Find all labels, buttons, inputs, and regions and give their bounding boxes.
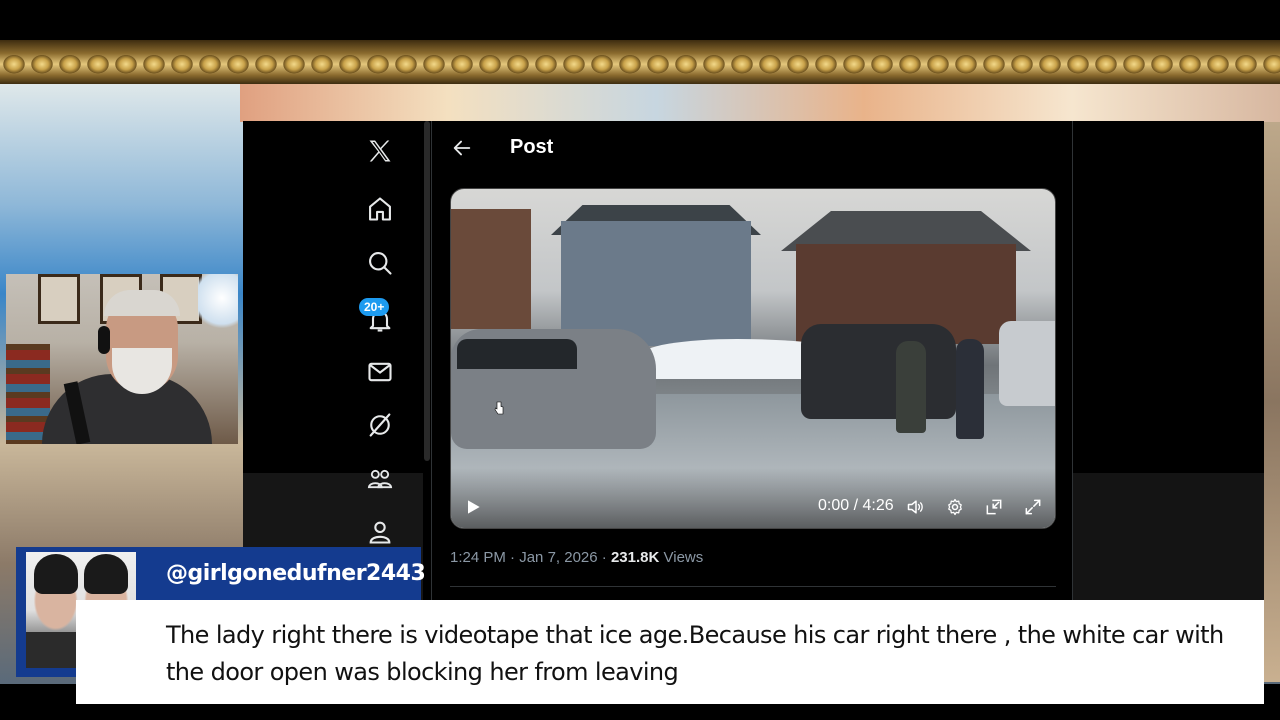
video-house [451, 209, 531, 329]
x-logo-icon[interactable] [365, 136, 395, 166]
play-icon[interactable] [461, 495, 485, 519]
search-icon[interactable] [365, 248, 395, 278]
home-icon[interactable] [365, 194, 395, 224]
pip-icon[interactable] [982, 495, 1006, 519]
back-arrow-icon[interactable] [451, 137, 473, 159]
profile-icon[interactable] [365, 517, 395, 547]
painting-strip [240, 84, 1280, 122]
post-date[interactable]: Jan 7, 2026 [519, 549, 597, 566]
painting-right-edge [1262, 122, 1280, 682]
meta-separator: · [505, 549, 520, 566]
top-letterbox [0, 0, 1280, 40]
video-person [896, 341, 926, 433]
cursor-icon [494, 401, 504, 415]
notifications-badge: 20+ [359, 298, 390, 316]
views-count: 231.8K [610, 549, 660, 566]
comment-text: The lady right there is videotape that i… [166, 621, 1224, 686]
nav-scrollbar[interactable] [424, 121, 430, 461]
avatar-hair [34, 554, 78, 594]
mail-icon[interactable] [365, 357, 395, 387]
post-time[interactable]: 1:24 PM [450, 549, 506, 566]
volume-icon[interactable] [904, 495, 928, 519]
avatar-body [26, 632, 81, 668]
meta-divider [450, 586, 1056, 587]
settings-icon[interactable] [943, 495, 967, 519]
views-label: Views [659, 549, 704, 566]
avatar-hair [84, 554, 128, 594]
wall-frame [38, 274, 80, 324]
column-divider [1072, 121, 1073, 600]
fullscreen-icon[interactable] [1021, 495, 1045, 519]
video-player[interactable]: 0:00 / 4:26 [450, 188, 1056, 529]
grok-icon[interactable] [365, 410, 395, 440]
commenter-username: @girlgonedufner2443 [166, 561, 426, 586]
lamp [198, 274, 238, 334]
page-title: Post [510, 136, 554, 158]
video-suv [801, 324, 956, 419]
meta-separator: · [597, 549, 611, 566]
post-meta: 1:24 PM · Jan 7, 2026 · 231.8K Views [450, 549, 703, 566]
video-time: 0:00 / 4:26 [818, 497, 894, 514]
column-divider [431, 121, 432, 600]
video-person [956, 339, 984, 439]
video-car-window [457, 339, 577, 369]
gold-frame-border [0, 40, 1280, 84]
x-post-screen: 20+ Post 0:00 / 4:26 1:24 PM · Jan 7, 20… [243, 121, 1264, 600]
streamer-hair [104, 290, 180, 316]
headphones [98, 326, 110, 354]
right-column [1073, 121, 1264, 473]
video-white-car [999, 321, 1055, 406]
right-column-lower [1073, 473, 1264, 600]
webcam-feed [6, 274, 238, 444]
communities-icon[interactable] [365, 464, 395, 494]
video-house [561, 221, 751, 346]
